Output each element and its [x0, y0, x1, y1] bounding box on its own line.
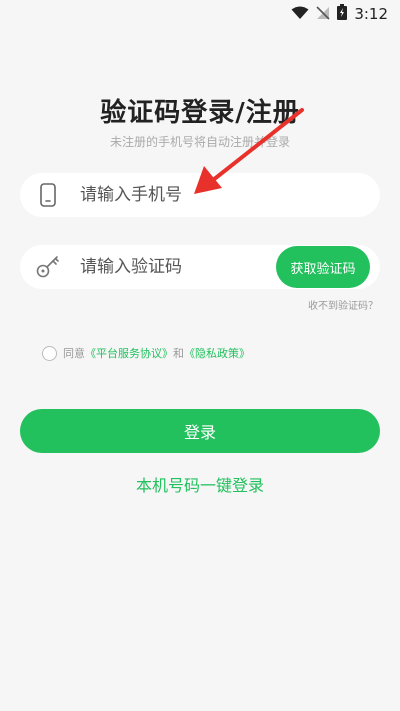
battery-icon — [337, 4, 348, 24]
phone-icon — [20, 183, 76, 207]
login-button[interactable]: 登录 — [20, 409, 380, 453]
key-icon — [20, 254, 76, 280]
status-bar: 3:12 — [0, 0, 400, 28]
wifi-icon — [291, 5, 309, 24]
get-code-button[interactable]: 获取验证码 — [276, 246, 370, 288]
annotation-arrow-icon — [194, 108, 304, 194]
no-code-link[interactable]: 收不到验证码？ — [308, 297, 378, 312]
one-click-login-link[interactable]: 本机号码一键登录 — [0, 472, 400, 496]
agree-radio[interactable] — [42, 345, 57, 361]
agreement-row: 同意 《平台服务协议》 和 《隐私政策》 — [42, 345, 250, 361]
agree-prefix: 同意 — [63, 347, 85, 360]
status-time: 3:12 — [354, 5, 388, 23]
agree-and: 和 — [173, 347, 184, 360]
privacy-policy-link[interactable]: 《隐私政策》 — [184, 345, 250, 361]
code-field[interactable]: 获取验证码 — [20, 245, 380, 289]
platform-agreement-link[interactable]: 《平台服务协议》 — [85, 345, 173, 361]
no-signal-icon — [316, 5, 330, 24]
